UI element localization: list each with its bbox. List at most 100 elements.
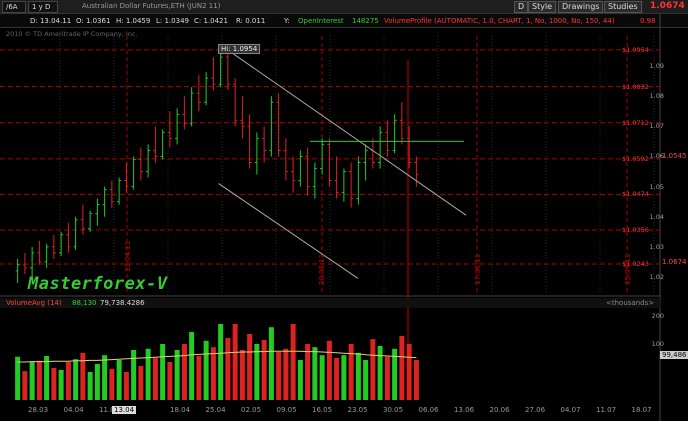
volume-bar	[160, 344, 166, 400]
volume-bar	[232, 324, 238, 400]
date-xtick: 11.07	[596, 406, 617, 414]
price-ytick: 1.08	[649, 92, 664, 101]
volume-title: VolumeAvg (14)	[6, 299, 62, 307]
side-price-mid: 1.0545	[662, 152, 687, 160]
volume-bar	[305, 344, 311, 400]
volume-bar	[131, 350, 137, 400]
volume-bar	[254, 344, 260, 400]
volume-bar	[80, 352, 86, 400]
volume-bar	[102, 355, 108, 400]
volume-bar	[341, 355, 347, 400]
volume-ytick: 100	[651, 340, 664, 348]
volume-bar	[167, 362, 173, 400]
level-label: $1.0712	[622, 118, 649, 127]
date-xtick: 30.05	[383, 406, 404, 414]
volume-bar	[109, 368, 115, 400]
date-xtick: 25.04	[205, 406, 226, 414]
date-xtick: 18.07	[631, 406, 652, 414]
volume-bar	[51, 368, 57, 400]
volume-bar	[123, 372, 129, 400]
date-xtick: 04.04	[63, 406, 84, 414]
date-xtick: 16.05	[312, 406, 333, 414]
price-ytick: 1.03	[649, 242, 664, 251]
date-xtick: 02.05	[241, 406, 262, 414]
volume-bar	[319, 355, 325, 400]
volume-bar	[225, 338, 231, 400]
date-xtick: 13.04	[112, 406, 137, 414]
date-xtick: 06.06	[418, 406, 439, 414]
hi-label: Hi: 1.0954	[218, 44, 261, 54]
volume-header: VolumeAvg (14) 88,130 79,738.4286 <thous…	[0, 298, 660, 308]
level-label: $1.0356	[622, 225, 649, 234]
date-xtick: 13.06	[454, 406, 475, 414]
volume-bar	[261, 340, 267, 400]
volume-bar	[297, 360, 303, 400]
price-ytick: 1.05	[649, 182, 664, 191]
volume-bar	[196, 356, 202, 400]
brand-watermark: Masterforex-V	[28, 274, 168, 294]
date-xtick: 23.05	[347, 406, 368, 414]
volume-bar	[247, 334, 253, 400]
volume-bar	[152, 358, 158, 400]
vertical-date-label: 17.06.11	[474, 253, 482, 285]
volume-bar	[363, 360, 369, 400]
vertical-date-label: 13.04.11	[124, 240, 132, 272]
price-ytick: 1.04	[649, 212, 664, 221]
level-label: $1.0954	[622, 45, 649, 54]
price-ytick: 1.02	[649, 272, 664, 281]
volume-bar	[283, 348, 289, 400]
volume-bar	[355, 352, 361, 400]
volume-bar	[145, 348, 151, 400]
volume-bar	[58, 370, 64, 400]
trendline-upper	[220, 44, 467, 216]
volume-bar	[22, 371, 28, 400]
volume-bar	[189, 332, 195, 400]
price-chart	[0, 14, 661, 421]
volume-value1: 88,130	[72, 299, 97, 307]
price-ytick: 1.07	[649, 122, 664, 131]
volume-bar	[138, 366, 144, 400]
volume-bar	[73, 359, 79, 400]
volume-side-value: 99,486	[660, 351, 688, 359]
date-xtick: 09.05	[276, 406, 297, 414]
volume-value2: 79,738.4286	[100, 299, 145, 307]
volume-bar	[94, 364, 100, 400]
volume-bar	[174, 350, 180, 400]
volume-bar	[406, 344, 412, 400]
volume-bar	[116, 360, 122, 400]
volume-ytick: 200	[651, 312, 664, 320]
volume-bar	[210, 347, 216, 400]
date-xtick: 18.04	[170, 406, 191, 414]
volume-bar	[377, 346, 383, 400]
date-xtick: 28.03	[28, 406, 49, 414]
volume-bar	[413, 360, 419, 400]
volume-units: <thousands>	[606, 299, 655, 307]
volume-bar	[218, 324, 224, 400]
volume-bar	[65, 362, 71, 400]
volume-bar	[36, 360, 42, 400]
volume-bar	[326, 340, 332, 400]
volume-bar	[203, 340, 209, 400]
volume-bar	[268, 327, 274, 400]
volume-bar	[87, 372, 93, 400]
volume-bar	[399, 336, 405, 400]
volume-bar	[384, 356, 390, 400]
volume-bar	[239, 350, 245, 400]
volume-bar	[370, 339, 376, 400]
volume-bar	[181, 344, 187, 400]
price-ytick: 1.09	[649, 62, 664, 71]
volume-bar	[334, 358, 340, 400]
volume-bar	[15, 356, 21, 400]
level-label: $1.0474	[622, 190, 649, 199]
level-label: $1.0592	[622, 154, 649, 163]
volume-bar	[348, 344, 354, 400]
level-label: $1.0832	[622, 82, 649, 91]
volume-bar	[44, 356, 50, 400]
volume-bar	[312, 347, 318, 400]
vertical-date-label: 20.05.11	[318, 253, 326, 285]
date-xtick: 04.07	[560, 406, 581, 414]
vertical-date-label: 15.07.11	[624, 253, 632, 285]
side-price-top: 1.0674	[662, 258, 687, 266]
date-xtick: 20.06	[489, 406, 510, 414]
date-xtick: 27.06	[525, 406, 546, 414]
